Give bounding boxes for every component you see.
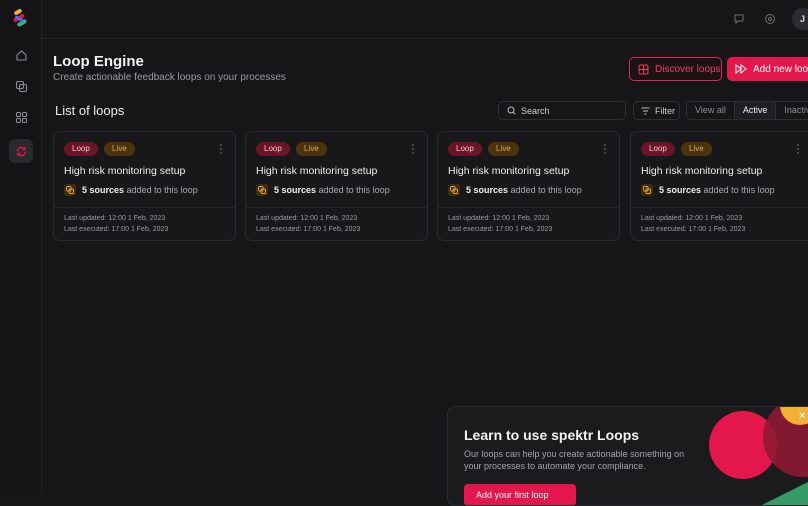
- add-new-loop-button[interactable]: Add new loop: [727, 57, 808, 81]
- last-updated: Last updated: 12:00 1 Feb, 2023: [641, 215, 743, 222]
- discover-loops-button[interactable]: Discover loops: [629, 57, 722, 81]
- card-title: High risk monitoring setup: [641, 165, 763, 177]
- sources-text: 5 sources added to this loop: [82, 185, 198, 195]
- loop-card[interactable]: Loop Live High risk monitoring setup 5 s…: [630, 131, 808, 241]
- last-updated: Last updated: 12:00 1 Feb, 2023: [448, 215, 550, 222]
- card-divider: [631, 207, 808, 208]
- view-toggle: View all Active Inactive: [686, 101, 808, 120]
- live-badge: Live: [681, 142, 712, 156]
- nav-home[interactable]: [9, 43, 33, 67]
- last-updated: Last updated: 12:00 1 Feb, 2023: [256, 215, 358, 222]
- search-icon: [507, 106, 516, 115]
- nav-dashboard[interactable]: [9, 105, 33, 129]
- sources-text: 5 sources added to this loop: [659, 185, 775, 195]
- last-executed: Last executed: 17:00 1 Feb, 2023: [641, 226, 746, 233]
- home-icon: [15, 49, 27, 61]
- sources-icon: [256, 184, 268, 196]
- nav-processes[interactable]: [9, 74, 33, 98]
- sources-icon: [448, 184, 460, 196]
- add-new-loop-label: Add new loop: [753, 63, 808, 75]
- last-updated: Last updated: 12:00 1 Feb, 2023: [64, 215, 166, 222]
- live-badge: Live: [488, 142, 519, 156]
- topbar: J: [41, 0, 808, 39]
- sources-text: 5 sources added to this loop: [466, 185, 582, 195]
- loop-card[interactable]: Loop Live High risk monitoring setup 5 s…: [437, 131, 620, 241]
- promo-text: Our loops can help you create actionable…: [464, 449, 685, 471]
- copy-icon: [15, 80, 27, 92]
- more-icon[interactable]: [219, 143, 223, 155]
- more-icon[interactable]: [796, 143, 800, 155]
- help-icon[interactable]: [762, 11, 778, 27]
- page-title: Loop Engine: [53, 53, 144, 70]
- avatar[interactable]: J: [792, 8, 808, 30]
- last-executed: Last executed: 17:00 1 Feb, 2023: [448, 226, 553, 233]
- sources-icon: [641, 184, 653, 196]
- last-executed: Last executed: 17:00 1 Feb, 2023: [64, 226, 169, 233]
- nav-loops[interactable]: [9, 139, 33, 163]
- more-icon[interactable]: [411, 143, 415, 155]
- loop-tag: Loop: [641, 142, 675, 156]
- grid-icon: [15, 111, 27, 123]
- loop-tag: Loop: [64, 142, 98, 156]
- promo-illustration: [709, 407, 808, 505]
- search-input[interactable]: Search: [498, 101, 626, 120]
- list-title: List of loops: [55, 103, 125, 118]
- promo-title: Learn to use spektr Loops: [464, 427, 640, 443]
- close-icon[interactable]: ✕: [798, 411, 808, 423]
- filter-label: Filter: [655, 105, 675, 116]
- filter-icon: [641, 107, 650, 114]
- card-divider: [54, 207, 235, 208]
- more-icon[interactable]: [603, 143, 607, 155]
- discover-loops-label: Discover loops: [655, 63, 721, 75]
- fast-forward-icon: [735, 64, 747, 74]
- loop-card[interactable]: Loop Live High risk monitoring setup 5 s…: [245, 131, 428, 241]
- view-all-tab[interactable]: View all: [687, 102, 734, 119]
- loop-tag: Loop: [448, 142, 482, 156]
- filter-button[interactable]: Filter: [633, 101, 680, 120]
- live-badge: Live: [296, 142, 327, 156]
- add-first-loop-button[interactable]: Add your first loop: [464, 484, 576, 505]
- card-title: High risk monitoring setup: [256, 165, 378, 177]
- loop-icon: [16, 146, 26, 156]
- view-active-tab[interactable]: Active: [733, 102, 777, 119]
- sources-icon: [64, 184, 76, 196]
- card-divider: [438, 207, 619, 208]
- loop-card[interactable]: Loop Live High risk monitoring setup 5 s…: [53, 131, 236, 241]
- card-title: High risk monitoring setup: [448, 165, 570, 177]
- last-executed: Last executed: 17:00 1 Feb, 2023: [256, 226, 361, 233]
- sidebar: [0, 0, 42, 493]
- learn-loops-promo: Learn to use spektr Loops Our loops can …: [447, 406, 808, 506]
- discover-icon: [638, 64, 649, 74]
- card-title: High risk monitoring setup: [64, 165, 186, 177]
- chat-icon[interactable]: [731, 11, 747, 27]
- loop-tag: Loop: [256, 142, 290, 156]
- logo[interactable]: [11, 8, 31, 28]
- view-inactive-tab[interactable]: Inactive: [776, 102, 808, 119]
- sources-text: 5 sources added to this loop: [274, 185, 390, 195]
- search-placeholder: Search: [521, 105, 550, 116]
- page-subtitle: Create actionable feedback loops on your…: [53, 72, 286, 83]
- card-divider: [246, 207, 427, 208]
- live-badge: Live: [104, 142, 135, 156]
